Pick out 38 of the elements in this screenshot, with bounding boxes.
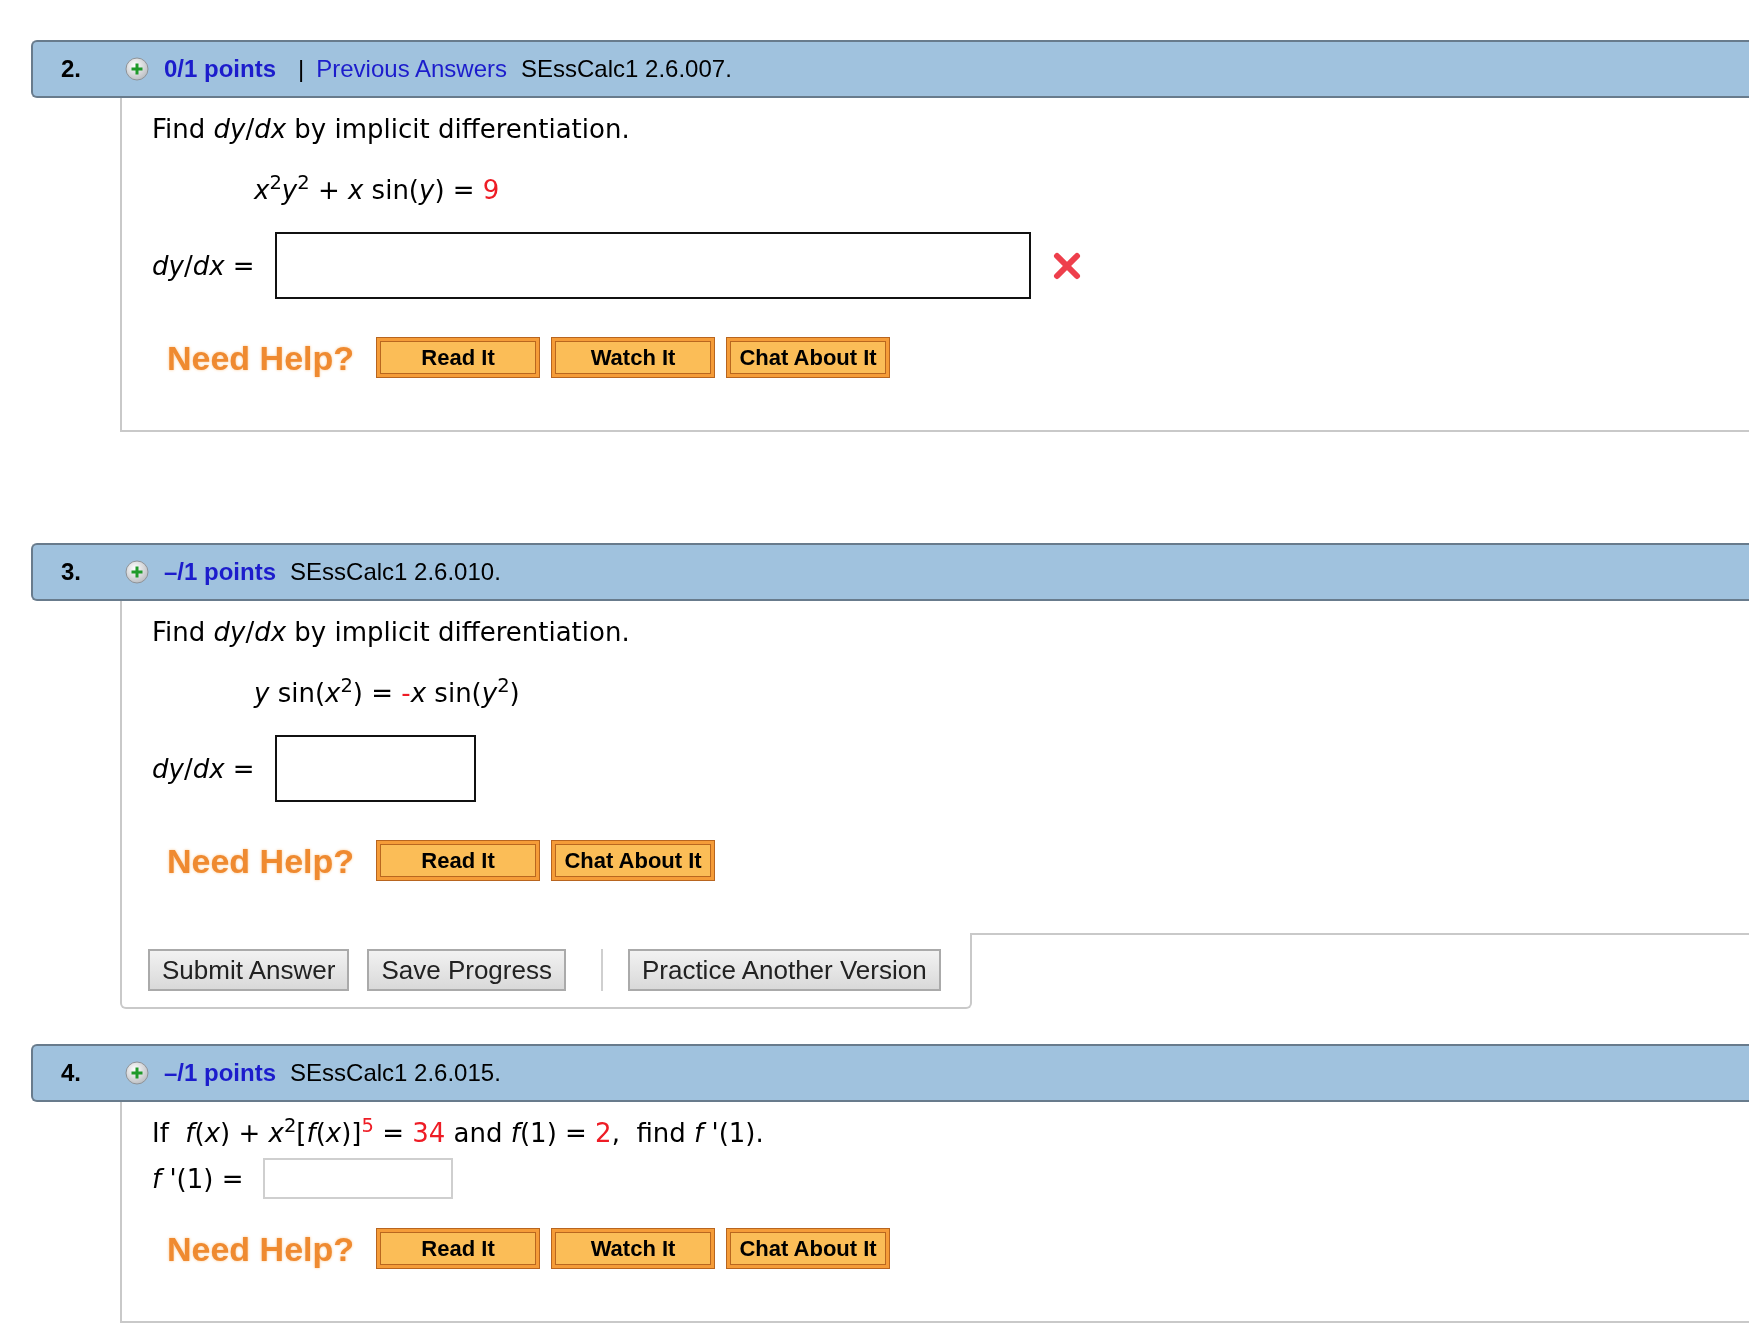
answer-field[interactable] (274, 735, 476, 802)
answer-label: dy/dx = (152, 249, 255, 282)
answer-label: f '(1) = (152, 1162, 244, 1195)
problem-source: SEssCalc1 2.6.015. (290, 1058, 501, 1088)
problem-source: SEssCalc1 2.6.007. (521, 54, 732, 84)
question-text: If f(x) + x$^{2}$[f(x)]$^{5}$ = 34 and f(1) = 2, find f '(1). (152, 1117, 764, 1149)
points-link[interactable]: 0/1 points (164, 51, 277, 87)
plus-icon[interactable] (125, 560, 149, 584)
help-button[interactable]: Read It (376, 840, 541, 881)
help-button[interactable]: Chat About It (551, 840, 716, 881)
help-button[interactable]: Chat About It (726, 1228, 891, 1269)
help-button[interactable]: Read It (376, 1228, 541, 1269)
help-button[interactable]: Watch It (551, 337, 716, 378)
action-button[interactable]: Submit Answer (148, 949, 350, 991)
divider-text: | (298, 54, 305, 84)
need-help-label: Need Help? (167, 1228, 355, 1269)
question-number: 2. (61, 54, 82, 84)
question-number: 4. (61, 1058, 82, 1088)
answer-label: dy/dx = (152, 752, 255, 785)
question-text: Find dy/dx by implicit differentiation. (152, 616, 630, 648)
question-text: Find dy/dx by implicit differentiation. (152, 113, 630, 145)
points-link[interactable]: –/1 points (164, 1055, 277, 1091)
plus-icon[interactable] (125, 1061, 149, 1085)
need-help-label: Need Help? (167, 840, 355, 881)
help-button[interactable]: Chat About It (726, 337, 891, 378)
help-button[interactable]: Watch It (551, 1228, 716, 1269)
problem-source: SEssCalc1 2.6.010. (290, 557, 501, 587)
answer-field[interactable] (274, 232, 1031, 299)
action-button[interactable]: Save Progress (367, 949, 566, 991)
equation: x$^{2}$y$^{2}$ + x sin(y) = 9 (254, 174, 500, 206)
points-link[interactable]: –/1 points (164, 554, 277, 590)
previous-answers-link[interactable]: Previous Answers (316, 51, 507, 87)
question-number: 3. (61, 557, 82, 587)
need-help-label: Need Help? (167, 337, 355, 378)
help-button[interactable]: Read It (376, 337, 541, 378)
equation: y sin(x$^{2}$) = -x sin(y$^{2}$) (254, 677, 520, 709)
action-button[interactable]: Practice Another Version (627, 949, 941, 991)
plus-icon[interactable] (125, 57, 149, 81)
